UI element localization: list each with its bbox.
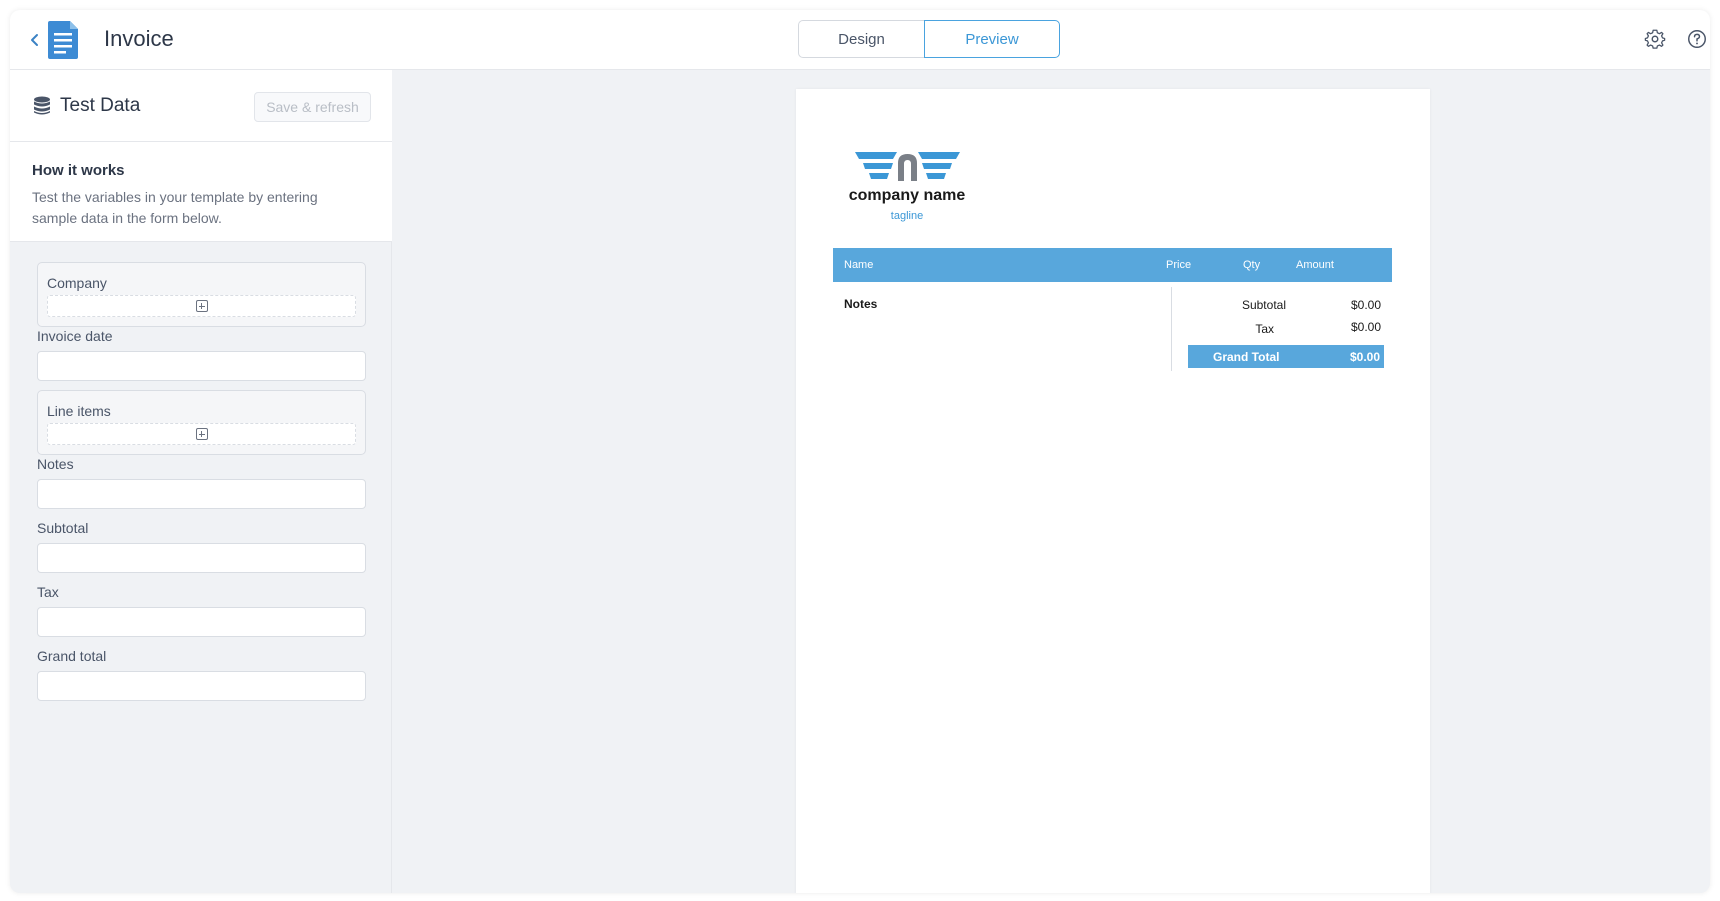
invoice-date-label: Invoice date: [37, 328, 113, 344]
how-it-works-title: How it works: [32, 162, 125, 179]
col-price: Price: [1166, 259, 1192, 271]
company-group: Company: [37, 262, 366, 327]
add-icon: [195, 300, 208, 312]
invoice-date-field[interactable]: [37, 351, 366, 381]
database-icon: [33, 96, 51, 116]
invoice-preview-page: company name tagline Name Price Qty Amou…: [796, 89, 1430, 893]
line-items-header: Name Price Qty Amount: [833, 248, 1392, 282]
company-tagline: tagline: [890, 210, 924, 222]
tab-design[interactable]: Design: [798, 20, 924, 58]
tab-preview[interactable]: Preview: [924, 20, 1060, 58]
col-qty: Qty: [1243, 259, 1261, 271]
col-name: Name: [844, 259, 874, 271]
add-icon: [195, 428, 208, 440]
subtotal-value: $0.00: [1350, 298, 1381, 312]
grand-total-label: Grand total: [37, 648, 107, 664]
how-it-works-text: Test the variables in your template by e…: [32, 189, 318, 226]
app-window: Invoice Design Preview Test Data Save &: [10, 10, 1710, 893]
save-refresh-button[interactable]: Save & refresh: [254, 92, 371, 122]
document-icon: [46, 20, 80, 60]
settings-gear-icon[interactable]: [1644, 28, 1666, 50]
col-amount: Amount: [1296, 259, 1334, 271]
grand-total-row: Grand Total $0.00: [1188, 345, 1384, 368]
line-items-group: Line items: [37, 390, 366, 455]
subtotal-field[interactable]: [37, 543, 366, 573]
grand-total-field[interactable]: [37, 671, 366, 701]
company-label: Company: [47, 275, 107, 291]
test-data-panel: Test Data Save & refresh How it works Te…: [10, 70, 392, 893]
back-chevron-icon[interactable]: [24, 29, 46, 51]
grand-total-value: $0.00: [1349, 350, 1380, 364]
notes-field[interactable]: [37, 479, 366, 509]
company-logo: [855, 151, 960, 183]
subtotal-label: Subtotal: [37, 520, 89, 536]
panel-header: Test Data Save & refresh: [10, 70, 392, 142]
notes-heading: Notes: [844, 297, 878, 311]
document-title: Invoice: [104, 26, 174, 51]
top-bar: Invoice Design Preview: [10, 10, 1710, 70]
subtotal-label: Subtotal: [1241, 298, 1286, 312]
how-it-works-section: How it works Test the variables in your …: [10, 142, 392, 242]
tax-value: $0.00: [1350, 320, 1381, 334]
summary-divider: [1171, 287, 1172, 371]
tax-field[interactable]: [37, 607, 366, 637]
grand-total-label: Grand Total: [1213, 350, 1280, 364]
tax-label: Tax: [1255, 322, 1274, 336]
panel-title: Test Data: [60, 95, 141, 116]
company-add-button[interactable]: [47, 295, 356, 317]
help-icon[interactable]: [1686, 28, 1708, 50]
company-name: company name: [848, 187, 966, 204]
view-tabs: Design Preview: [798, 20, 1060, 58]
notes-label: Notes: [37, 456, 74, 472]
line-items-add-button[interactable]: [47, 423, 356, 445]
tax-label: Tax: [37, 584, 59, 600]
line-items-label: Line items: [47, 403, 111, 419]
